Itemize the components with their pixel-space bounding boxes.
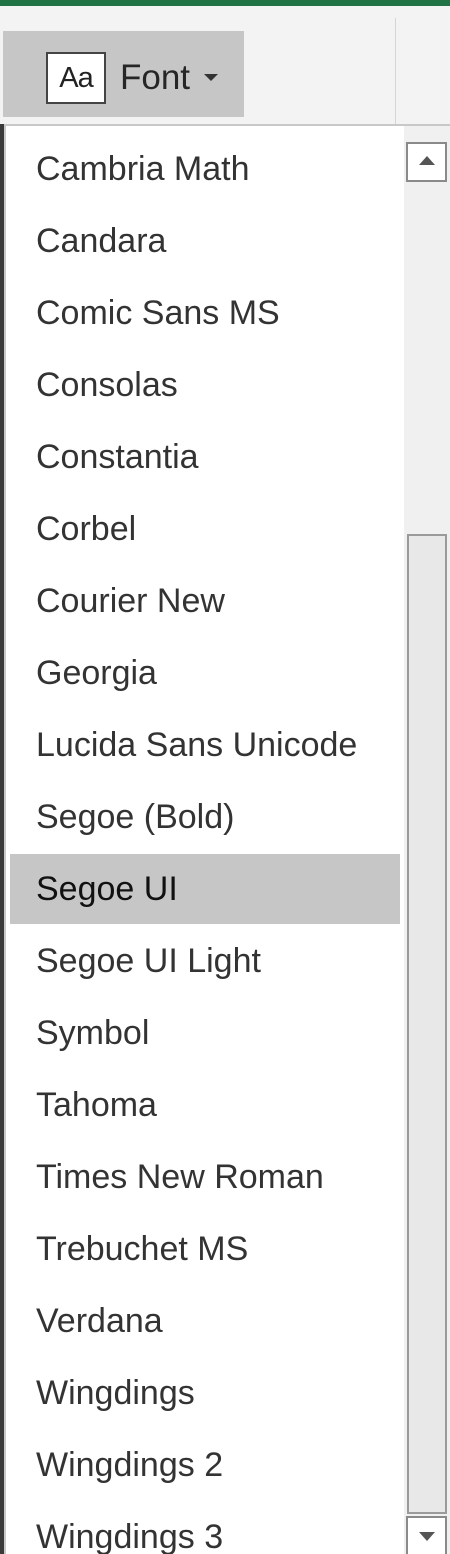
- font-list: Cambria Math Candara Comic Sans MS Conso…: [6, 126, 404, 1554]
- scroll-up-button[interactable]: [406, 142, 447, 182]
- font-item-segoe-ui[interactable]: Segoe UI: [10, 854, 400, 924]
- font-item-courier-new[interactable]: Courier New: [10, 566, 400, 636]
- font-item-verdana[interactable]: Verdana: [10, 1286, 400, 1356]
- font-item-comic-sans-ms[interactable]: Comic Sans MS: [10, 278, 400, 348]
- ribbon-separator: [395, 18, 396, 126]
- font-item-trebuchet-ms[interactable]: Trebuchet MS: [10, 1214, 400, 1284]
- arrow-down-icon: [419, 1532, 435, 1541]
- font-dropdown-button[interactable]: Aa Font: [3, 31, 244, 117]
- arrow-up-icon: [419, 156, 435, 165]
- chevron-down-icon: [204, 74, 218, 81]
- font-item-tahoma[interactable]: Tahoma: [10, 1070, 400, 1140]
- font-item-lucida-sans-unicode[interactable]: Lucida Sans Unicode: [10, 710, 400, 780]
- vertical-scrollbar[interactable]: [404, 126, 450, 1554]
- font-item-corbel[interactable]: Corbel: [10, 494, 400, 564]
- font-item-wingdings[interactable]: Wingdings: [10, 1358, 400, 1428]
- font-button-label: Font: [120, 58, 191, 97]
- font-aa-icon: Aa: [46, 52, 106, 104]
- font-item-wingdings-2[interactable]: Wingdings 2: [10, 1430, 400, 1500]
- font-item-cambria-math[interactable]: Cambria Math: [10, 134, 400, 204]
- font-item-segoe-bold[interactable]: Segoe (Bold): [10, 782, 400, 852]
- font-item-symbol[interactable]: Symbol: [10, 998, 400, 1068]
- font-item-consolas[interactable]: Consolas: [10, 350, 400, 420]
- font-item-candara[interactable]: Candara: [10, 206, 400, 276]
- font-item-times-new-roman[interactable]: Times New Roman: [10, 1142, 400, 1212]
- font-menu: Cambria Math Candara Comic Sans MS Conso…: [4, 124, 450, 1554]
- font-item-georgia[interactable]: Georgia: [10, 638, 400, 708]
- font-item-segoe-ui-light[interactable]: Segoe UI Light: [10, 926, 400, 996]
- scroll-down-button[interactable]: [406, 1516, 447, 1554]
- scrollbar-thumb[interactable]: [407, 534, 447, 1514]
- font-item-constantia[interactable]: Constantia: [10, 422, 400, 492]
- font-item-wingdings-3[interactable]: Wingdings 3: [10, 1502, 400, 1554]
